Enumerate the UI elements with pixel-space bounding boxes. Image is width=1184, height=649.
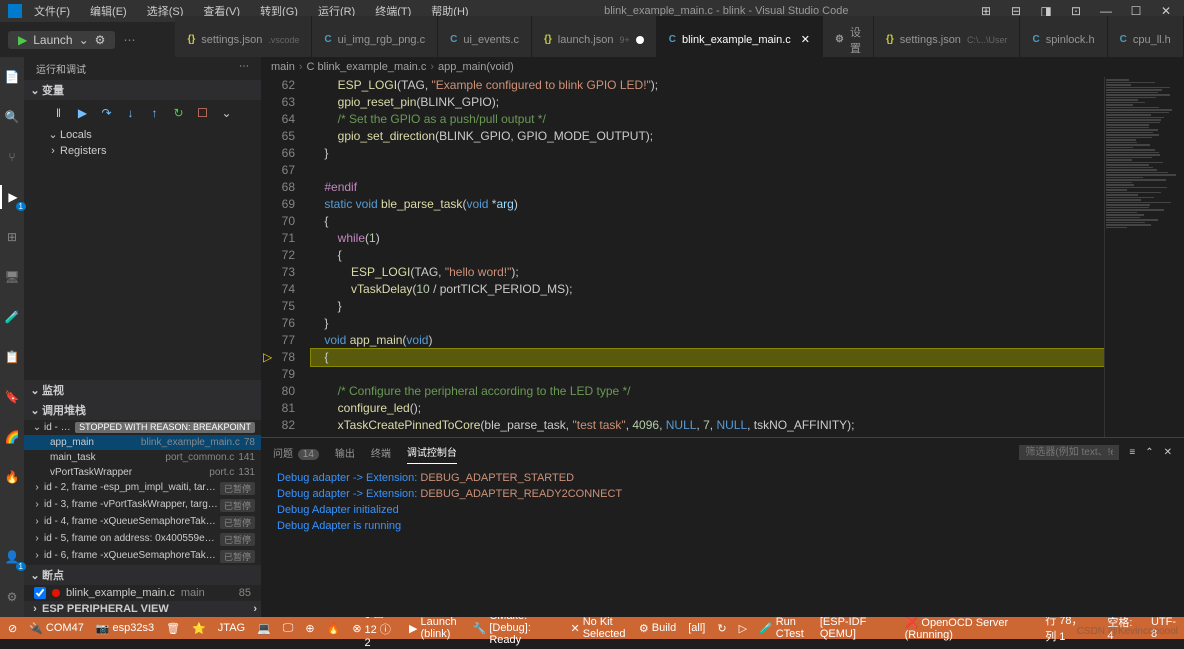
modified-dot <box>636 36 644 44</box>
watermark: CSDN @Kevincoooool <box>1077 626 1178 637</box>
menu-item[interactable]: 文件(F) <box>26 1 78 21</box>
minimap[interactable] <box>1104 77 1184 437</box>
thread-item[interactable]: ›id - 5, frame on address: 0x400559e0, t… <box>24 531 261 548</box>
locals-item[interactable]: ⌄Locals <box>24 126 261 143</box>
panel-tab-output[interactable]: 输出 <box>335 441 355 464</box>
account-icon[interactable]: 👤1 <box>0 545 24 569</box>
bp-checkbox[interactable] <box>34 587 46 599</box>
restart-icon[interactable]: ↻ <box>170 104 188 122</box>
thread-item[interactable]: ›id - 3, frame -vPortTaskWrapper, target… <box>24 497 261 514</box>
menu-item[interactable]: 编辑(E) <box>82 1 135 21</box>
fire-icon[interactable]: 🔥 <box>0 465 24 489</box>
launch-config[interactable]: ▶ Launch ⌄ ⚙ <box>8 31 115 49</box>
step-out-icon[interactable]: ↑ <box>146 104 164 122</box>
statusbar: ⊘🔌COM47📷esp32s3🗑⭐JTAG💻🖵⊕🔥⊗0 ⚠ 12 ⓘ 2▶Lau… <box>0 617 1184 639</box>
status-item[interactable]: ⭐ <box>188 608 210 649</box>
pause-icon[interactable]: ‖ <box>50 104 68 122</box>
panel-tabs: 问题 14 输出 终端 调试控制台 ≡ ⌃ ✕ <box>261 438 1184 466</box>
search-icon[interactable]: 🔍 <box>0 105 24 129</box>
callstack-section[interactable]: ⌄调用堆栈 <box>24 400 261 420</box>
status-item[interactable]: 📷esp32s3 <box>92 608 158 649</box>
esp-icon[interactable]: 📋 <box>0 345 24 369</box>
play-icon: ▶ <box>18 33 27 47</box>
registers-item[interactable]: ›Registers <box>24 143 261 159</box>
c-icon: C <box>1032 34 1039 45</box>
settings-icon[interactable]: ⚙ <box>0 585 24 609</box>
watch-section[interactable]: ⌄监视 <box>24 380 261 400</box>
debug-console[interactable]: Debug adapter -> Extension: DEBUG_ADAPTE… <box>261 466 1184 538</box>
bookmark-icon[interactable]: 🔖 <box>0 385 24 409</box>
code-content[interactable]: ESP_LOGI(TAG, "Example configured to bli… <box>311 77 1104 437</box>
sidebar-title: 运行和调试⋯ <box>24 57 261 80</box>
settings-icon: ⚙ <box>835 34 844 45</box>
launch-label: Launch <box>33 33 72 47</box>
activity-bar: 📄 🔍 ⑂ ▶1 ⊞ 🖥 🧪 📋 🔖 🌈 🔥 👤1 ⚙ <box>0 57 24 617</box>
continue-icon[interactable]: ▶ <box>74 104 92 122</box>
json-icon: {} <box>187 34 195 45</box>
stack-frame[interactable]: main_taskport_common.c141 <box>24 450 261 465</box>
status-item[interactable]: JTAG <box>214 608 249 649</box>
extensions-icon[interactable]: ⊞ <box>0 225 24 249</box>
tab-bar: ▶ Launch ⌄ ⚙ ⋯ {}settings.json.vscodeCui… <box>0 22 1184 57</box>
breakpoint-item[interactable]: blink_example_main.c main 85 <box>24 585 261 601</box>
chevron-down-icon: ⌄ <box>79 33 89 47</box>
remote-icon[interactable]: 🖥 <box>0 265 24 289</box>
editor: main›C blink_example_main.c›app_main(voi… <box>261 57 1184 617</box>
panel-tab-debug-console[interactable]: 调试控制台 <box>407 440 457 464</box>
breakpoints-section[interactable]: ⌄断点 <box>24 565 261 585</box>
filter-input[interactable] <box>1019 445 1119 460</box>
variables-section[interactable]: ⌄变量 <box>24 80 261 100</box>
c-icon: C <box>324 34 331 45</box>
rainbow-icon[interactable]: 🌈 <box>0 425 24 449</box>
list-icon[interactable]: ≡ <box>1129 447 1135 458</box>
debug-sidebar: 运行和调试⋯ ⌄变量 ‖ ▶ ↷ ↓ ↑ ↻ ☐ ⌄ ⌄Locals ›Regi… <box>24 57 261 617</box>
test-icon[interactable]: 🧪 <box>0 305 24 329</box>
status-item[interactable]: 🗑 <box>162 608 184 649</box>
close-icon[interactable]: ✕ <box>801 33 810 46</box>
line-gutter: 6263646566676869707172737475767778▷79808… <box>261 77 311 437</box>
thread-item[interactable]: ›id - 6, frame -xQueueSemaphoreTake, tar… <box>24 548 261 565</box>
c-icon: C <box>1120 34 1127 45</box>
step-over-icon[interactable]: ↷ <box>98 104 116 122</box>
breadcrumb[interactable]: main›C blink_example_main.c›app_main(voi… <box>261 57 1184 77</box>
callstack-list: ⌄id - 1, frame -app_main...STOPPED WITH … <box>24 420 261 565</box>
stack-frame[interactable]: app_mainblink_example_main.c78 <box>24 435 261 450</box>
breakpoint-icon <box>52 589 60 597</box>
c-icon: C <box>669 34 676 45</box>
c-icon: C <box>450 34 457 45</box>
json-icon: {} <box>544 34 552 45</box>
close-panel-icon[interactable]: ✕ <box>1164 447 1172 458</box>
scm-icon[interactable]: ⑂ <box>0 145 24 169</box>
json-icon: {} <box>886 34 894 45</box>
status-item[interactable]: ⊘ <box>4 608 21 649</box>
stack-frame[interactable]: vPortTaskWrapperport.c131 <box>24 465 261 480</box>
status-item[interactable]: 🔌COM47 <box>25 608 88 649</box>
thread-item[interactable]: ›id - 4, frame -xQueueSemaphoreTake, tar… <box>24 514 261 531</box>
vscode-logo <box>8 4 22 18</box>
panel-tab-terminal[interactable]: 终端 <box>371 441 391 464</box>
step-into-icon[interactable]: ↓ <box>122 104 140 122</box>
dropdown-icon[interactable]: ⌄ <box>218 104 236 122</box>
thread-item[interactable]: ⌄id - 1, frame -app_main...STOPPED WITH … <box>24 420 261 435</box>
debug-icon[interactable]: ▶1 <box>0 185 24 209</box>
panel-tab-problems[interactable]: 问题 14 <box>273 441 319 464</box>
gear-icon[interactable]: ⚙ <box>95 33 106 47</box>
thread-item[interactable]: ›id - 2, frame -esp_pm_impl_waiti, targe… <box>24 480 261 497</box>
more-icon[interactable]: ⋯ <box>123 33 135 47</box>
explorer-icon[interactable]: 📄 <box>0 65 24 89</box>
stop-icon[interactable]: ☐ <box>194 104 212 122</box>
expand-icon[interactable]: ⌃ <box>1145 447 1153 458</box>
bottom-panel: 问题 14 输出 终端 调试控制台 ≡ ⌃ ✕ Debug adapter ->… <box>261 437 1184 617</box>
